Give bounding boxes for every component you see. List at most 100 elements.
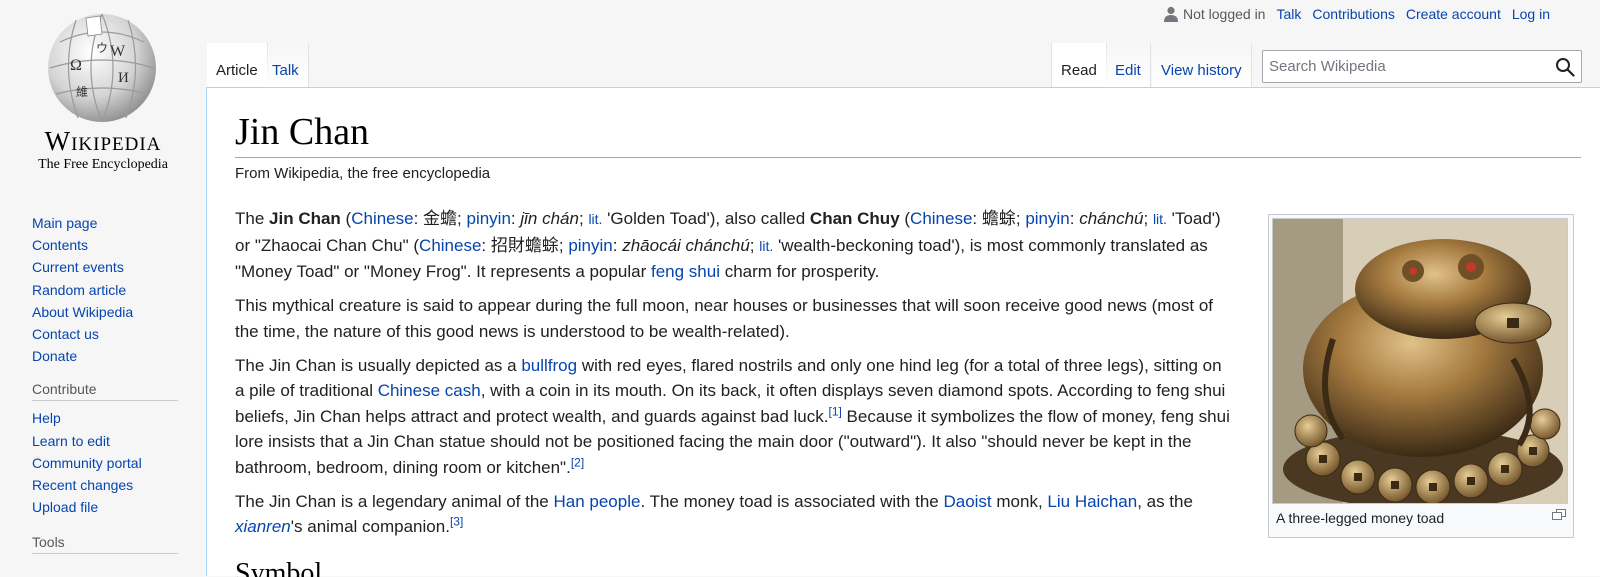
- sidebar-item-random-article[interactable]: Random article: [32, 282, 126, 298]
- link-han-people[interactable]: Han people: [553, 492, 640, 511]
- text: 's animal companion.: [290, 517, 450, 536]
- reference-2[interactable]: [2]: [571, 455, 584, 469]
- link-feng-shui[interactable]: feng shui: [651, 262, 720, 281]
- text: :: [510, 209, 521, 228]
- money-toad-illustration: [1273, 219, 1567, 503]
- site-subtitle: From Wikipedia, the free encyclopedia: [235, 165, 491, 182]
- log-in-link[interactable]: Log in: [1512, 6, 1550, 22]
- svg-text:維: 維: [76, 85, 88, 99]
- article-body: The Jin Chan (Chinese: 金蟾; pinyin: jīn c…: [235, 206, 1235, 548]
- sidebar-item-recent-changes[interactable]: Recent changes: [32, 477, 133, 493]
- caption-text: A three-legged money toad: [1276, 510, 1445, 526]
- text: The: [235, 209, 270, 228]
- sidebar-item-contact-us[interactable]: Contact us: [32, 326, 99, 342]
- sidebar-item-upload-file[interactable]: Upload file: [32, 499, 98, 515]
- text: charm for prosperity.: [719, 262, 880, 281]
- sidebar-item-learn-to-edit[interactable]: Learn to edit: [32, 433, 110, 449]
- paragraph-2: This mythical creature is said to appear…: [235, 296, 1213, 341]
- text: :: [1069, 209, 1080, 228]
- link-bullfrog[interactable]: bullfrog: [521, 356, 577, 375]
- svg-text:ウ: ウ: [96, 41, 108, 55]
- tab-edit[interactable]: Edit: [1106, 43, 1151, 87]
- thumbnail-caption: A three-legged money toad: [1272, 504, 1570, 526]
- tab-talk[interactable]: Talk: [263, 43, 309, 87]
- link-chinese[interactable]: Chinese: [419, 236, 481, 255]
- section-heading-symbol: Symbol: [235, 558, 323, 577]
- bold-term-chan-chuy: Chan Chuy: [809, 209, 900, 228]
- personal-tools: Not logged in Talk Contributions Create …: [1163, 6, 1550, 22]
- wikipedia-logo[interactable]: W Ω И 維 ウ Wikipedia The Free Encyclopedi…: [0, 0, 206, 180]
- text: ;: [1015, 209, 1026, 228]
- text: . The money toad is associated with the: [640, 491, 944, 511]
- text: (: [899, 209, 911, 228]
- bold-term-jin-chan: Jin Chan: [269, 209, 341, 228]
- hanzi-zhaocai: 招財蟾蜍: [490, 235, 559, 255]
- pinyin-jin-chan: jīn chán: [520, 209, 579, 228]
- link-xianren[interactable]: xianren: [235, 517, 291, 536]
- paragraph-1: The Jin Chan (Chinese: 金蟾; pinyin: jīn c…: [235, 206, 1235, 285]
- sidebar: Main page Contents Current events Random…: [32, 212, 182, 560]
- text: :: [972, 209, 982, 228]
- sidebar-item-help[interactable]: Help: [32, 410, 61, 426]
- paragraph-3: The Jin Chan is usually depicted as a bu…: [235, 353, 1235, 481]
- link-pinyin[interactable]: pinyin: [568, 236, 612, 255]
- money-toad-image[interactable]: [1272, 218, 1568, 504]
- main-navigation: Main page Contents Current events Random…: [32, 212, 182, 367]
- puzzle-globe-icon: W Ω И 維 ウ: [48, 13, 156, 123]
- text: :: [413, 209, 424, 228]
- text: monk,: [991, 491, 1048, 511]
- wordmark: Wikipedia: [44, 126, 162, 156]
- link-chinese-cash[interactable]: Chinese cash: [378, 381, 481, 400]
- sidebar-item-current-events[interactable]: Current events: [32, 259, 124, 275]
- link-chinese[interactable]: Chinese: [351, 209, 413, 228]
- paragraph-4: The Jin Chan is a legendary animal of th…: [235, 489, 1235, 540]
- sidebar-item-contents[interactable]: Contents: [32, 237, 88, 253]
- search-input[interactable]: [1263, 58, 1543, 75]
- tagline: The Free Encyclopedia: [38, 157, 168, 172]
- pinyin-chan-chu: chánchú: [1079, 209, 1144, 228]
- pinyin-zhaocai: zhāocái chánchú: [622, 235, 750, 255]
- contribute-navigation: Help Learn to edit Community portal Rece…: [32, 407, 182, 518]
- user-icon: [1163, 6, 1178, 22]
- create-account-link[interactable]: Create account: [1406, 6, 1501, 22]
- content-area: Jin Chan From Wikipedia, the free encycl…: [206, 87, 1600, 577]
- search-icon[interactable]: [1555, 57, 1575, 77]
- search-box: [1262, 50, 1582, 83]
- reference-1[interactable]: [1]: [828, 404, 841, 418]
- link-chinese[interactable]: Chinese: [910, 209, 972, 228]
- enlarge-icon[interactable]: [1552, 509, 1566, 520]
- text: ;: [558, 235, 569, 255]
- personal-talk-link[interactable]: Talk: [1276, 6, 1301, 22]
- link-literally[interactable]: lit.: [1153, 211, 1167, 227]
- tools-heading[interactable]: Tools: [32, 534, 178, 555]
- text: ;: [457, 209, 467, 228]
- text: ;: [749, 235, 760, 255]
- link-pinyin[interactable]: pinyin: [467, 209, 511, 228]
- link-literally[interactable]: lit.: [588, 211, 602, 227]
- link-pinyin[interactable]: pinyin: [1025, 209, 1069, 228]
- tab-article[interactable]: Article: [207, 43, 268, 87]
- text: :: [612, 235, 623, 255]
- not-logged-in-status: Not logged in: [1163, 6, 1265, 22]
- link-liu-haichan[interactable]: Liu Haichan: [1047, 492, 1137, 511]
- contribute-heading: Contribute: [32, 381, 178, 402]
- sidebar-item-about-wikipedia[interactable]: About Wikipedia: [32, 304, 133, 320]
- text: , as the: [1137, 491, 1193, 511]
- text: :: [481, 235, 491, 255]
- page-title: Jin Chan: [235, 110, 1581, 158]
- sidebar-item-community-portal[interactable]: Community portal: [32, 455, 142, 471]
- text: 'Golden Toad'), also called: [602, 209, 810, 228]
- contributions-link[interactable]: Contributions: [1312, 6, 1395, 22]
- thumbnail-figure: A three-legged money toad: [1268, 214, 1574, 538]
- link-daoist[interactable]: Daoist: [943, 492, 991, 511]
- sidebar-item-main-page[interactable]: Main page: [32, 215, 97, 231]
- hanzi-jin-chan: 金蟾: [423, 209, 458, 228]
- sidebar-item-donate[interactable]: Donate: [32, 348, 77, 364]
- reference-3[interactable]: [3]: [450, 514, 463, 528]
- hanzi-chan-chu: 蟾蜍: [981, 209, 1016, 228]
- tab-read[interactable]: Read: [1051, 43, 1107, 87]
- link-literally[interactable]: lit.: [759, 238, 773, 254]
- text: The Jin Chan is usually depicted as a: [235, 355, 522, 375]
- tab-view-history[interactable]: View history: [1152, 43, 1252, 87]
- text: ;: [1143, 209, 1153, 228]
